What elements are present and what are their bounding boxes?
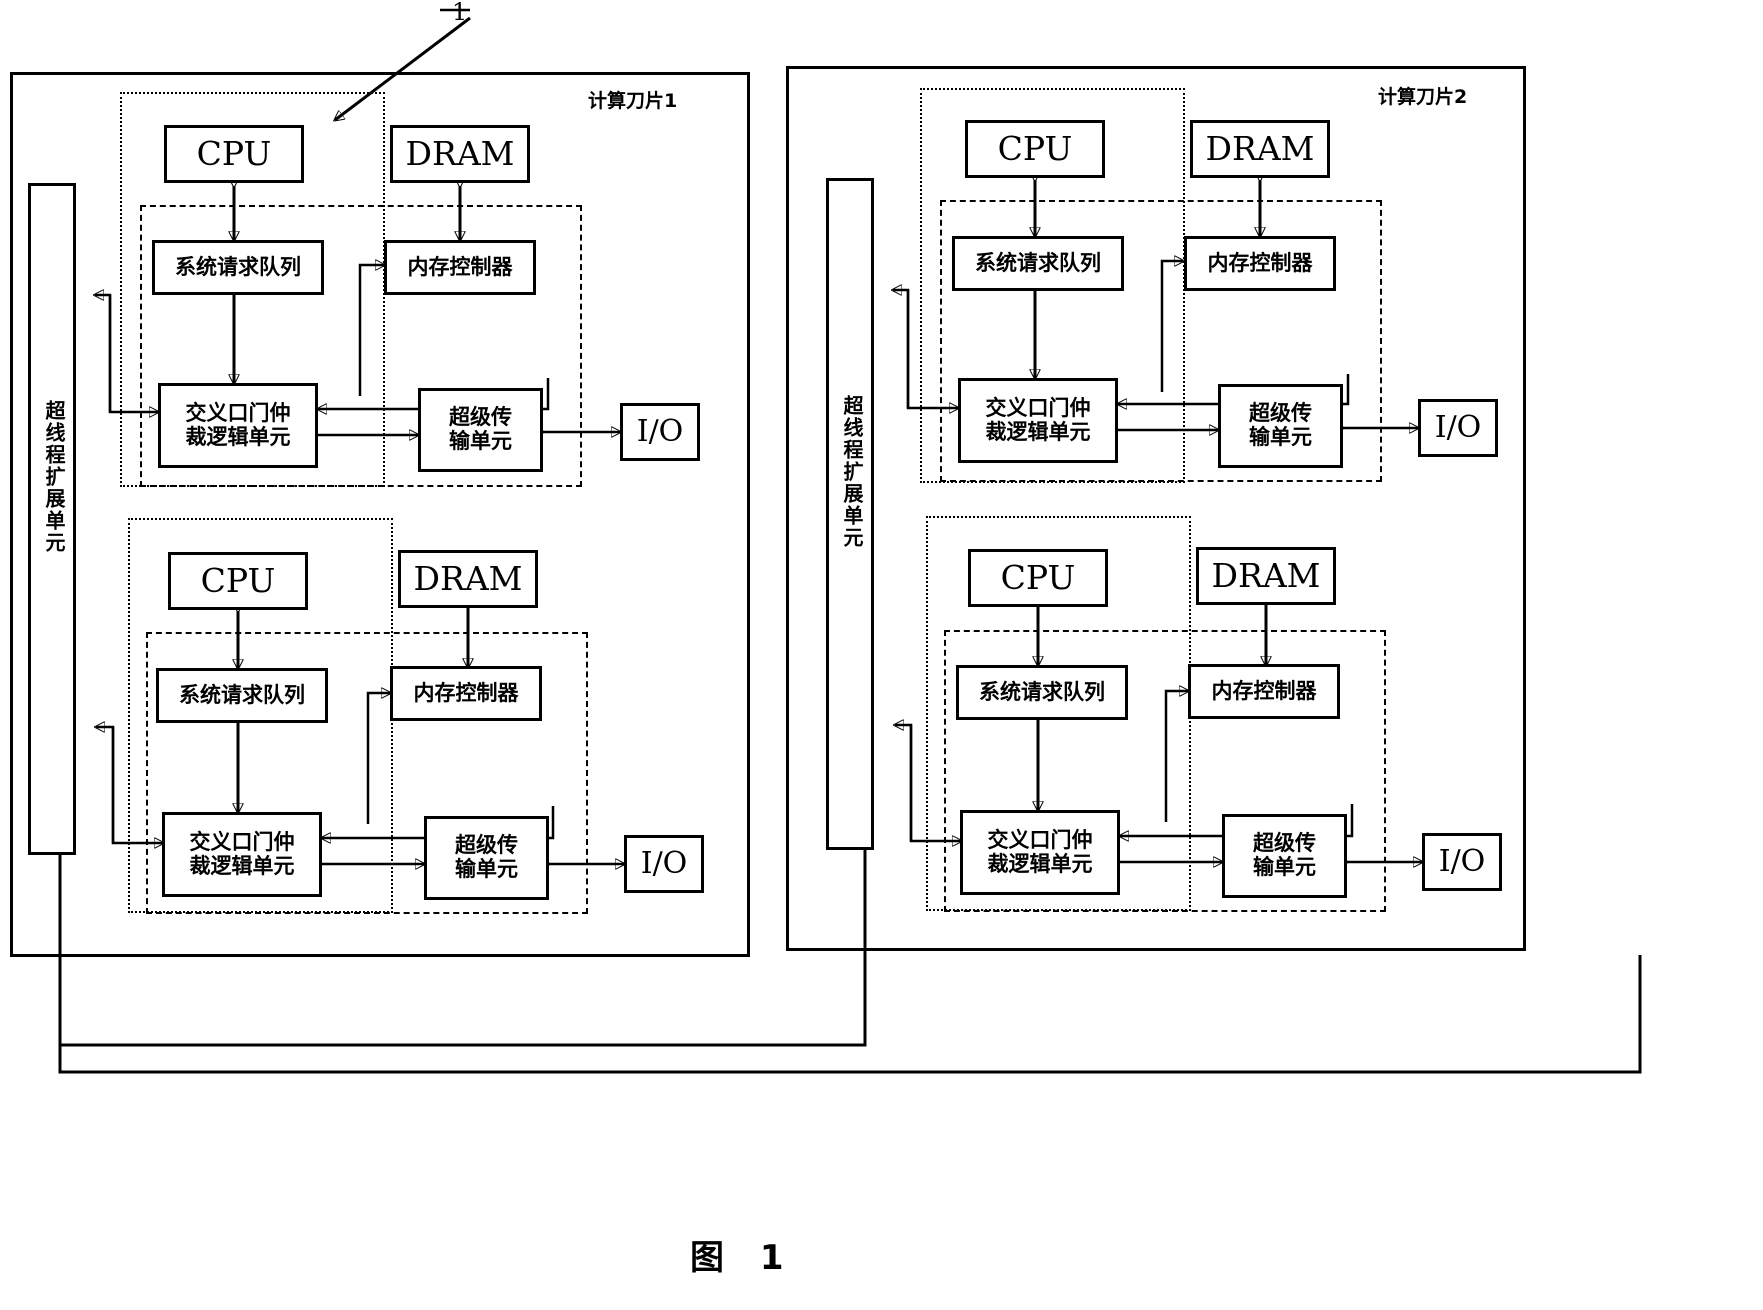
crossbar-line-2: 裁逻辑单元 — [985, 419, 1091, 444]
blade-1-node-1-io: I/O — [620, 403, 700, 461]
blade-1-label: 计算刀片1 — [588, 90, 678, 112]
hypertransport-line-1: 超级传 — [449, 405, 512, 430]
hypertransport-line-2: 输单元 — [449, 429, 512, 453]
blade-1-node-1-memory-controller: 内存控制器 — [384, 240, 536, 295]
blade-2-node-1-memory-controller: 内存控制器 — [1184, 236, 1336, 291]
blade-1-node-2-io: I/O — [624, 835, 704, 893]
blade-2-node-2-cpu: CPU — [968, 549, 1108, 607]
blade-2-node-1-dram: DRAM — [1190, 120, 1330, 178]
blade-1-node-2-memory-controller: 内存控制器 — [390, 666, 542, 721]
hypertransport-line-1: 超级传 — [455, 833, 518, 858]
figure-canvas: 计算刀片1 超线程扩展单元 CPU DRAM 系统请求队列 内存控制器 交义口门… — [0, 0, 1763, 1310]
blade-2-node-2-crossbar: 交义口门仲 裁逻辑单元 — [960, 810, 1120, 895]
crossbar-line-1: 交义口门仲 — [185, 400, 291, 425]
callout-number-1: 1 — [452, 0, 468, 26]
blade-1-node-2-hypertransport: 超级传 输单元 — [424, 816, 549, 900]
figure-caption: 图 1 — [690, 1238, 796, 1278]
blade-1-node-1-crossbar: 交义口门仲 裁逻辑单元 — [158, 383, 318, 468]
blade-2-node-2-hypertransport: 超级传 输单元 — [1222, 814, 1347, 898]
hypertransport-line-2: 输单元 — [1253, 855, 1316, 879]
blade-2-label: 计算刀片2 — [1378, 86, 1468, 108]
blade-1-node-1-hypertransport: 超级传 输单元 — [418, 388, 543, 472]
blade-1-hyperthread-label: 超线程扩展单元 — [42, 400, 66, 554]
crossbar-line-2: 裁逻辑单元 — [189, 853, 295, 878]
blade-1-node-1-request-queue: 系统请求队列 — [152, 240, 324, 295]
blade-2-node-1-io: I/O — [1418, 399, 1498, 457]
hypertransport-line-1: 超级传 — [1253, 831, 1316, 856]
hypertransport-line-2: 输单元 — [455, 857, 518, 881]
hypertransport-line-2: 输单元 — [1249, 425, 1312, 449]
blade-1-node-1-cpu: CPU — [164, 125, 304, 183]
blade-2-node-2-request-queue: 系统请求队列 — [956, 665, 1128, 720]
blade-1-node-2-dram: DRAM — [398, 550, 538, 608]
blade-1-node-2-crossbar: 交义口门仲 裁逻辑单元 — [162, 812, 322, 897]
crossbar-line-2: 裁逻辑单元 — [185, 424, 291, 449]
blade-2-node-2-io: I/O — [1422, 833, 1502, 891]
blade-2-node-1-crossbar: 交义口门仲 裁逻辑单元 — [958, 378, 1118, 463]
crossbar-line-2: 裁逻辑单元 — [987, 851, 1093, 876]
crossbar-line-1: 交义口门仲 — [985, 395, 1091, 420]
blade-2-node-1-cpu: CPU — [965, 120, 1105, 178]
hypertransport-line-1: 超级传 — [1249, 401, 1312, 426]
blade-2-node-2-dram: DRAM — [1196, 547, 1336, 605]
blade-2-node-1-request-queue: 系统请求队列 — [952, 236, 1124, 291]
blade-1-node-1-dram: DRAM — [390, 125, 530, 183]
blade-1-node-2-cpu: CPU — [168, 552, 308, 610]
crossbar-line-1: 交义口门仲 — [987, 827, 1093, 852]
blade-2-node-1-hypertransport: 超级传 输单元 — [1218, 384, 1343, 468]
blade-1-node-2-request-queue: 系统请求队列 — [156, 668, 328, 723]
crossbar-line-1: 交义口门仲 — [189, 829, 295, 854]
blade-2-node-2-memory-controller: 内存控制器 — [1188, 664, 1340, 719]
blade-2-hyperthread-label: 超线程扩展单元 — [840, 395, 864, 549]
